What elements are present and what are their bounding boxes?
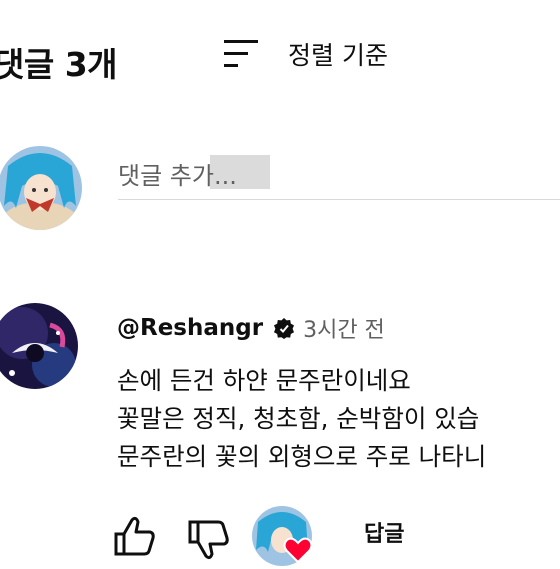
- heart-icon: [283, 535, 313, 565]
- verified-icon: [273, 317, 295, 339]
- author-name[interactable]: @Reshangr: [117, 315, 263, 341]
- like-button[interactable]: [112, 514, 156, 562]
- sort-button[interactable]: 정렬 기준: [222, 33, 388, 75]
- comment-placeholder: 댓글 추가...: [118, 162, 237, 190]
- author-avatar[interactable]: [0, 303, 78, 389]
- sort-label: 정렬 기준: [288, 41, 388, 70]
- comment-line: 손에 든건 하얀 문주란이네요: [117, 366, 411, 395]
- comment-meta: @Reshangr 3시간 전: [117, 311, 385, 345]
- reply-button[interactable]: 답글: [364, 516, 404, 548]
- comment-line: 꽃말은 정직, 청초함, 순박함이 있습: [117, 404, 480, 433]
- comment-count-title: 댓글 3개: [0, 45, 118, 84]
- dislike-button[interactable]: [186, 518, 230, 566]
- sort-icon: [222, 36, 262, 72]
- thumb-down-icon: [186, 520, 230, 566]
- my-avatar[interactable]: [0, 146, 82, 230]
- comment-body: 손에 든건 하얀 문주란이네요 꽃말은 정직, 청초함, 순박함이 있습 문주란…: [117, 362, 486, 476]
- comment-timestamp: 3시간 전: [303, 318, 385, 343]
- thumb-up-icon: [112, 516, 156, 562]
- add-comment-input[interactable]: 댓글 추가...: [118, 143, 560, 200]
- comment-line: 문주란의 꽃의 외형으로 주로 나타니: [117, 442, 487, 471]
